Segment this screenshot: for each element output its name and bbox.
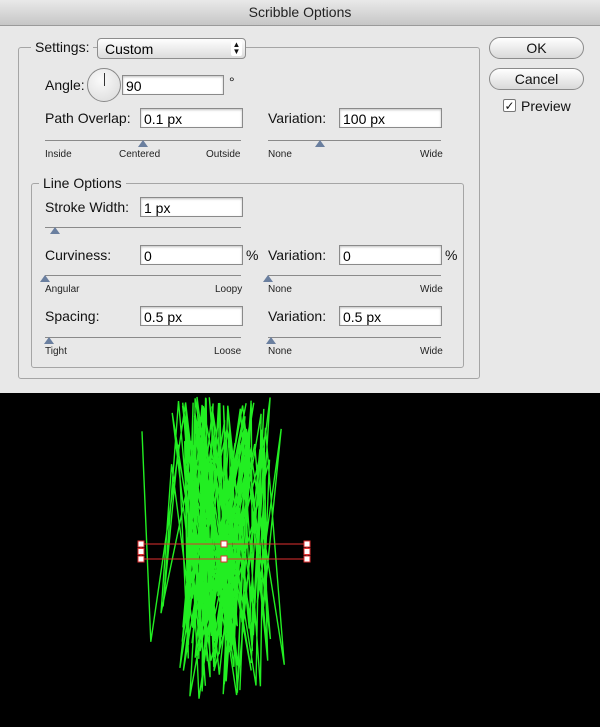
selection-handle xyxy=(303,540,311,548)
scribble-path xyxy=(141,396,285,699)
curviness-variation-unit: % xyxy=(445,247,458,263)
curviness-variation-slider[interactable] xyxy=(263,275,273,282)
selection-handle xyxy=(137,540,145,548)
path-variation-min-label: None xyxy=(268,149,292,160)
preview-checkbox[interactable]: ✓ xyxy=(503,99,516,112)
path-overlap-min-label: Inside xyxy=(45,149,72,160)
scribble-strokes xyxy=(141,396,285,699)
angle-dial-needle xyxy=(104,73,105,86)
spacing-variation-field[interactable]: 0.5 px xyxy=(339,306,442,326)
angle-label: Angle: xyxy=(45,77,85,93)
curviness-min-label: Angular xyxy=(45,284,80,295)
stroke-width-track xyxy=(45,227,241,228)
curviness-variation-label: Variation: xyxy=(268,247,327,263)
window-title: Scribble Options xyxy=(248,4,352,20)
spacing-variation-min-label: None xyxy=(268,346,292,357)
curviness-label: Curviness: xyxy=(45,247,112,263)
stroke-width-field[interactable]: 1 px xyxy=(140,197,243,217)
spacing-track xyxy=(45,337,241,338)
angle-field[interactable]: 90 xyxy=(122,75,224,95)
spacing-slider[interactable] xyxy=(43,337,54,344)
spacing-variation-max-label: Wide xyxy=(420,346,443,357)
curviness-variation-min-label: None xyxy=(268,284,292,295)
angle-unit: ° xyxy=(229,74,235,90)
curviness-variation-field[interactable]: 0 xyxy=(339,245,442,265)
stroke-width-label: Stroke Width: xyxy=(45,199,130,215)
selection-handle xyxy=(220,540,228,548)
spacing-variation-label: Variation: xyxy=(268,308,327,324)
path-variation-track xyxy=(268,140,441,141)
spacing-max-label: Loose xyxy=(214,346,242,357)
scribble-preview xyxy=(137,396,311,699)
path-variation-max-label: Wide xyxy=(420,149,443,160)
curviness-slider[interactable] xyxy=(40,275,50,282)
curviness-unit: % xyxy=(246,247,259,263)
curviness-variation-track xyxy=(268,275,441,276)
settings-select-value: Custom xyxy=(105,41,154,57)
settings-label: Settings: xyxy=(31,39,94,55)
spacing-variation-track xyxy=(268,337,441,338)
cancel-button[interactable]: Cancel xyxy=(489,68,584,90)
selection-handle xyxy=(220,555,228,563)
selection-handle xyxy=(303,555,311,563)
preview-label: Preview xyxy=(521,98,571,114)
path-variation-label: Variation: xyxy=(268,110,327,126)
title-bar: Scribble Options xyxy=(0,0,600,26)
angle-dial[interactable] xyxy=(87,68,121,102)
ok-button[interactable]: OK xyxy=(489,37,584,59)
scribble-options-dialog: Scribble Options Settings: Custom ▲ ▼ Ang… xyxy=(0,0,600,393)
curviness-max-label: Loopy xyxy=(215,284,243,295)
selection-handle xyxy=(303,548,311,555)
artboard-canvas[interactable] xyxy=(0,393,600,722)
settings-select[interactable]: Custom ▲ ▼ xyxy=(97,38,246,59)
curviness-variation-max-label: Wide xyxy=(420,284,443,295)
spacing-label: Spacing: xyxy=(45,308,100,324)
line-options-title: Line Options xyxy=(39,175,126,191)
spacing-variation-slider[interactable] xyxy=(266,337,277,344)
path-overlap-mid-label: Centered xyxy=(119,149,161,160)
path-variation-field[interactable]: 100 px xyxy=(339,108,442,128)
path-variation-slider[interactable] xyxy=(314,140,325,147)
chevron-updown-icon: ▲ ▼ xyxy=(231,40,242,56)
path-overlap-label: Path Overlap: xyxy=(45,110,131,126)
spacing-min-label: Tight xyxy=(45,346,67,357)
curviness-field[interactable]: 0 xyxy=(140,245,243,265)
path-overlap-field[interactable]: 0.1 px xyxy=(140,108,243,128)
spacing-field[interactable]: 0.5 px xyxy=(140,306,243,326)
curviness-track xyxy=(45,275,241,276)
path-overlap-slider[interactable] xyxy=(138,140,148,147)
selection-handle xyxy=(137,555,145,563)
path-overlap-max-label: Outside xyxy=(206,149,241,160)
selection-handle xyxy=(137,548,145,555)
stroke-width-slider[interactable] xyxy=(49,227,60,234)
